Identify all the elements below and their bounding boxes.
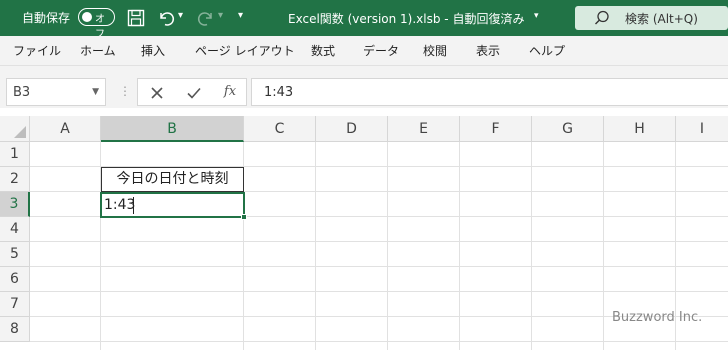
tab-home[interactable]: ホーム: [80, 42, 116, 59]
undo-dropdown-icon[interactable]: ▾: [178, 10, 183, 21]
row-header-4[interactable]: 4: [0, 217, 30, 242]
gridline: [30, 241, 728, 242]
formula-bar: B3 ▼ ⋮ fx 1:43: [0, 76, 728, 108]
tab-review[interactable]: 校閲: [423, 42, 447, 59]
column-header-g[interactable]: G: [532, 116, 604, 142]
search-box[interactable]: 検索 (Alt+Q): [575, 6, 728, 30]
enter-check-icon[interactable]: [184, 83, 204, 103]
cancel-icon[interactable]: [147, 83, 167, 103]
row-header-3[interactable]: 3: [0, 192, 30, 217]
save-icon[interactable]: [126, 8, 146, 28]
tab-formulas[interactable]: 数式: [311, 42, 335, 59]
title-dropdown-icon[interactable]: ▾: [534, 11, 539, 21]
name-box[interactable]: B3 ▼: [6, 78, 106, 106]
formula-input[interactable]: 1:43: [251, 78, 728, 106]
search-icon: [593, 9, 611, 27]
search-placeholder: 検索 (Alt+Q): [625, 12, 698, 26]
name-box-value: B3: [13, 85, 31, 100]
gridline: [603, 142, 604, 350]
customize-qat-icon[interactable]: ▾: [238, 10, 243, 21]
watermark: Buzzword Inc.: [612, 310, 703, 325]
ribbon-tabs: ファイル ホーム 挿入 ページ レイアウト 数式 データ 校閲 表示 ヘルプ: [0, 36, 728, 66]
row-header-1[interactable]: 1: [0, 142, 30, 167]
row-header-5[interactable]: 5: [0, 242, 30, 267]
formula-text: 1:43: [264, 85, 294, 100]
tab-help[interactable]: ヘルプ: [529, 42, 565, 59]
cell-b2[interactable]: 今日の日付と時刻: [101, 167, 244, 192]
column-header-f[interactable]: F: [460, 116, 532, 142]
gridline: [30, 341, 728, 342]
column-header-b[interactable]: B: [101, 116, 244, 142]
formula-bar-splitter-icon[interactable]: ⋮: [119, 84, 131, 98]
tab-data[interactable]: データ: [363, 42, 399, 59]
tab-insert[interactable]: 挿入: [141, 42, 165, 59]
redo-dropdown-icon[interactable]: ▾: [218, 10, 223, 21]
column-header-i[interactable]: I: [676, 116, 728, 142]
name-box-dropdown-icon[interactable]: ▼: [92, 87, 99, 97]
row-header-8[interactable]: 8: [0, 317, 30, 342]
toggle-knob: [82, 11, 92, 22]
gridline: [30, 266, 728, 267]
column-header-c[interactable]: C: [244, 116, 316, 142]
gridline: [459, 142, 460, 350]
cell-b3-active[interactable]: 1:43: [100, 192, 247, 220]
tab-view[interactable]: 表示: [476, 42, 500, 59]
column-header-h[interactable]: H: [604, 116, 676, 142]
ribbon-spacer: [0, 66, 728, 76]
cell-b3-text: 1:43: [104, 197, 136, 213]
document-title: Excel関数 (version 1).xlsb - 自動回復済み: [288, 12, 525, 26]
row-header-6[interactable]: 6: [0, 267, 30, 292]
gridline: [387, 142, 388, 350]
select-all-triangle-icon: [14, 126, 26, 138]
row-header-2[interactable]: 2: [0, 167, 30, 192]
autosave-toggle[interactable]: オフ: [78, 8, 115, 40]
column-header-a[interactable]: A: [30, 116, 101, 142]
text-cursor: [133, 197, 134, 214]
tab-page-layout[interactable]: ページ レイアウト: [195, 42, 295, 59]
tab-file[interactable]: ファイル: [13, 42, 61, 59]
gridline: [315, 142, 316, 350]
autosave-label: 自動保存: [22, 11, 71, 25]
fill-handle[interactable]: [241, 214, 247, 220]
redo-icon[interactable]: [196, 8, 216, 28]
insert-function-icon[interactable]: fx: [220, 84, 240, 104]
column-header-e[interactable]: E: [388, 116, 460, 142]
title-bar: 自動保存 オフ ▾ ▾ ▾ Excel関数 (version 1).xlsb -…: [0, 0, 728, 40]
gridline: [30, 291, 728, 292]
formula-buttons: fx: [137, 78, 247, 106]
column-header-d[interactable]: D: [316, 116, 388, 142]
undo-icon[interactable]: [156, 8, 176, 28]
select-all-button[interactable]: [0, 116, 30, 142]
row-header-7[interactable]: 7: [0, 292, 30, 317]
gridline: [531, 142, 532, 350]
